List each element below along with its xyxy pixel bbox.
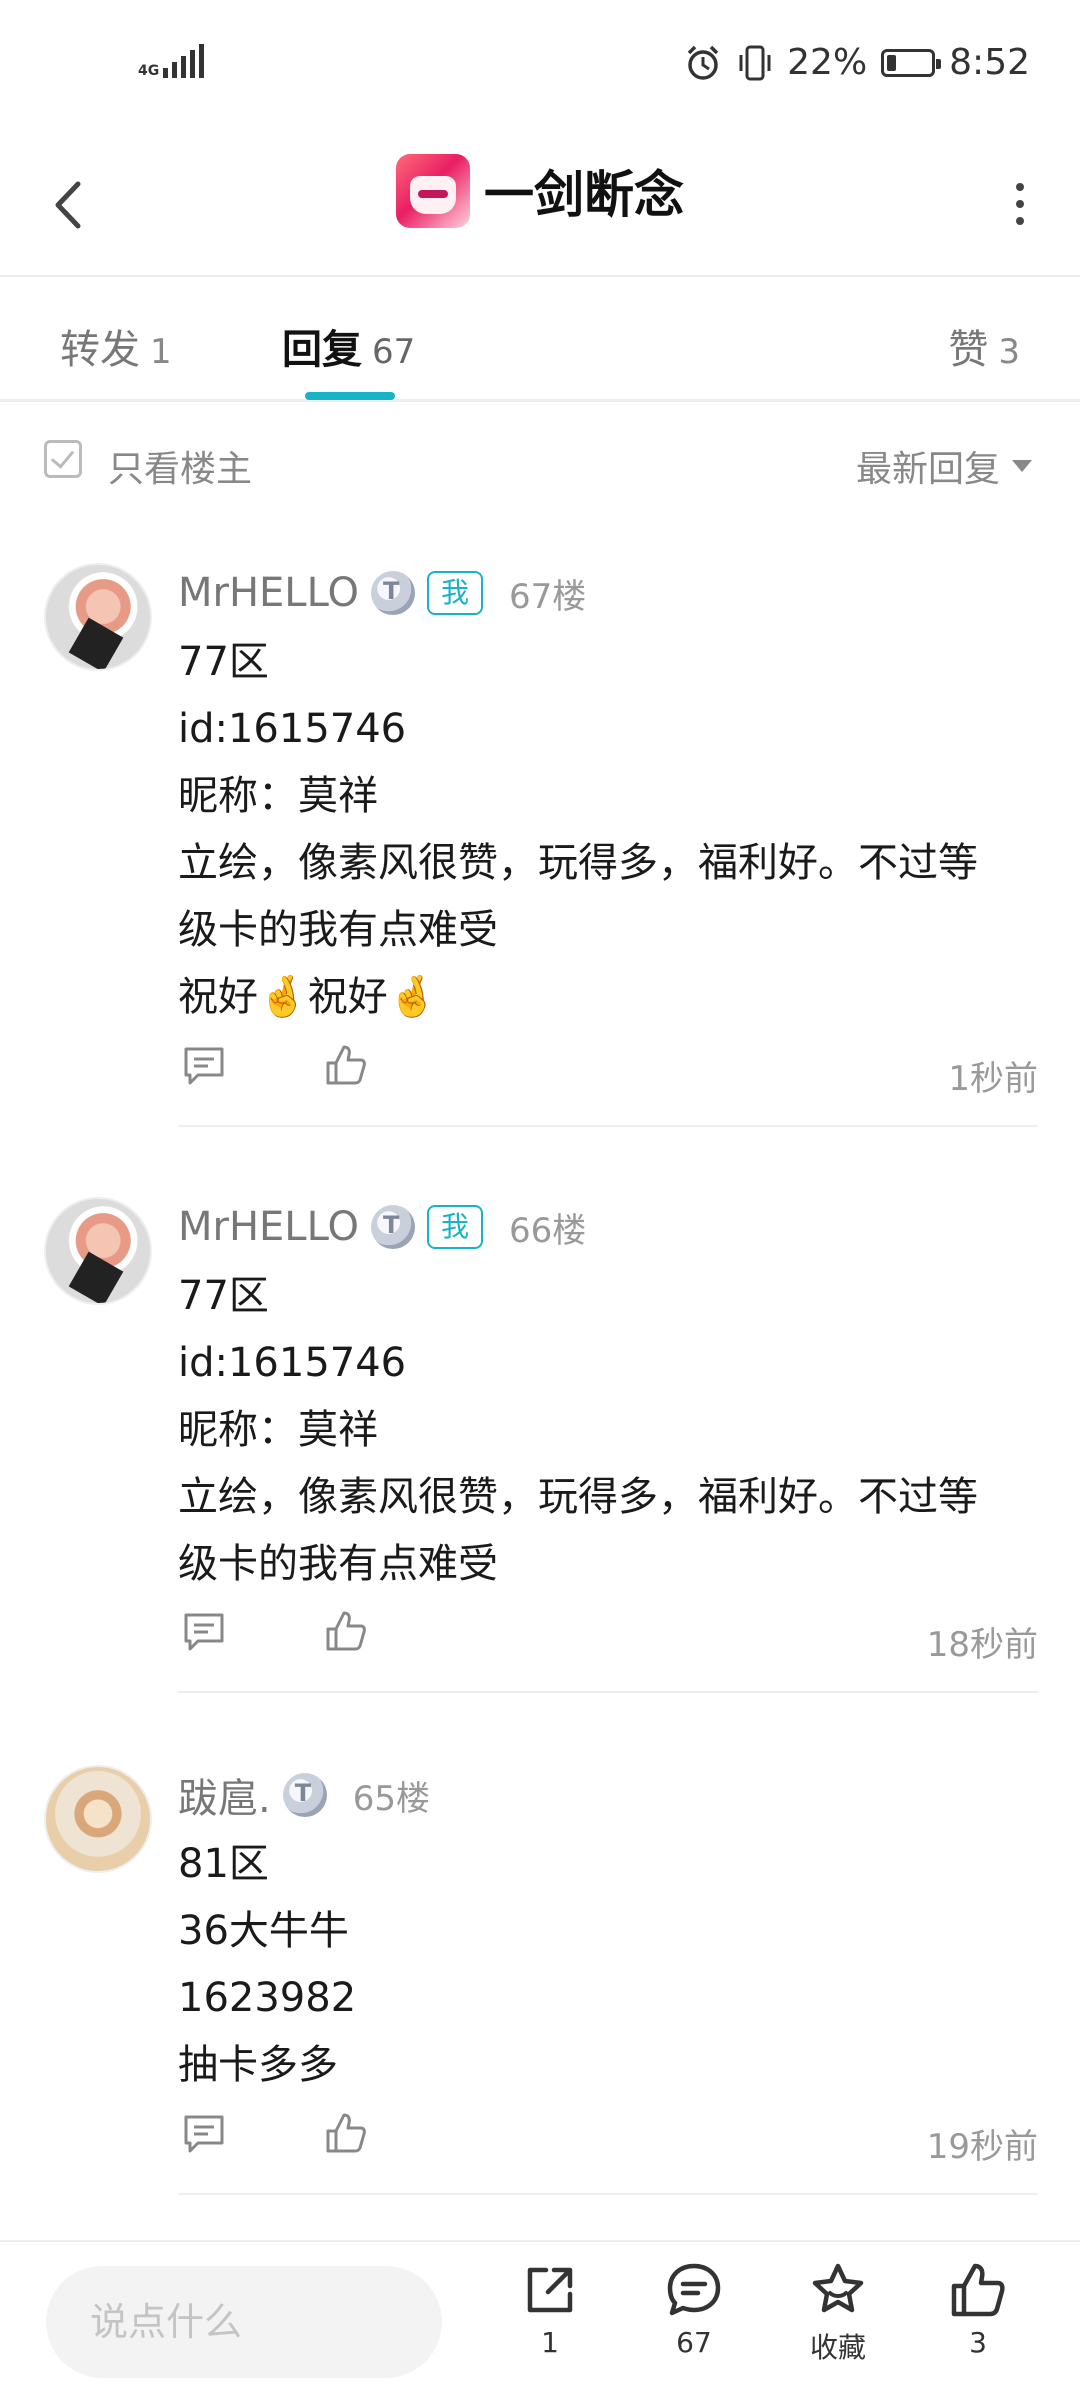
share-icon — [527, 2267, 573, 2313]
reply-content[interactable]: 81区 36大牛牛 1623982 抽卡多多 — [178, 1831, 1038, 2099]
tab-repost[interactable]: 转发 1 — [60, 317, 172, 375]
comment-icon[interactable] — [182, 2111, 226, 2155]
reply-content[interactable]: 77区 id:1615746 昵称：莫祥 立绘，像素风很赞，玩得多，福利好。不过… — [178, 1263, 1038, 1598]
content-line: 祝好🤞祝好🤞 — [178, 974, 438, 1020]
star-icon — [812, 2263, 864, 2313]
comment-input[interactable]: 说点什么 — [46, 2266, 442, 2378]
bottom-action-bar: 说点什么 1 67 收藏 3 — [0, 2240, 1080, 2402]
avatar[interactable] — [44, 1197, 152, 1305]
sort-dropdown[interactable]: 最新回复 — [856, 440, 1032, 492]
username[interactable]: MrHELLO — [178, 1204, 359, 1250]
content-line: 36大牛牛 — [178, 1908, 349, 1954]
game-app-icon — [396, 154, 470, 228]
tab-bar: 转发 1 回复 67 赞3 — [0, 277, 1080, 402]
avatar[interactable] — [44, 1765, 152, 1873]
comment-count: 67 — [676, 2326, 712, 2359]
alarm-icon — [687, 45, 719, 80]
me-badge: 我 — [426, 571, 483, 615]
caret-down-icon — [1012, 460, 1032, 472]
username[interactable]: MrHELLO — [178, 570, 359, 616]
comment-icon[interactable] — [182, 1043, 226, 1087]
floor-number: 67楼 — [508, 576, 587, 617]
active-tab-indicator — [305, 392, 395, 400]
content-line: 昵称：莫祥 — [178, 773, 378, 819]
dot-icon — [1016, 200, 1024, 208]
only-op-label[interactable]: 只看楼主 — [108, 440, 252, 492]
divider — [178, 1125, 1038, 1127]
dot-icon — [1016, 183, 1024, 191]
username[interactable]: 跋扈. — [178, 1766, 271, 1824]
favorite-label: 收藏 — [809, 2331, 866, 2364]
thumbs-up-icon[interactable] — [324, 2111, 368, 2155]
content-line: 抽卡多多 — [178, 2042, 338, 2088]
battery-icon — [881, 48, 942, 77]
floor-number: 65楼 — [352, 1778, 430, 1819]
reply-time: 19秒前 — [926, 2127, 1038, 2167]
divider — [178, 1691, 1038, 1693]
content-line: 81区 — [178, 1841, 269, 1887]
reply-actions: 19秒前 — [178, 2111, 1038, 2171]
content-line: 昵称：莫祥 — [178, 1407, 378, 1453]
battery-percent: 22% — [787, 42, 868, 83]
like-button[interactable]: 3 — [928, 2260, 1028, 2359]
more-options-button[interactable] — [1000, 174, 1040, 234]
favorite-button[interactable]: 收藏 — [788, 2260, 888, 2366]
content-line: id:1615746 — [178, 1340, 407, 1386]
content-line: 77区 — [178, 639, 269, 685]
thumbs-up-icon[interactable] — [324, 1609, 368, 1653]
content-line: 立绘，像素风很赞，玩得多，福利好。不过等 — [178, 840, 978, 886]
page-title: 一剑断念 — [484, 166, 684, 224]
share-button[interactable]: 1 — [500, 2260, 600, 2359]
top-app-bar: 一剑断念 — [0, 130, 1080, 277]
title-area[interactable]: 一剑断念 — [0, 154, 1080, 228]
signal-indicator: 4G — [138, 44, 205, 79]
tab-replies[interactable]: 回复 67 — [282, 317, 415, 375]
tab-likes[interactable]: 赞3 — [948, 317, 1020, 375]
reply-time: 18秒前 — [926, 1625, 1038, 1665]
reply-actions: 18秒前 — [178, 1609, 1038, 1669]
level-medal-icon — [282, 1773, 327, 1817]
content-line: 级卡的我有点难受 — [178, 1541, 498, 1587]
status-bar: 4G 22% 8:52 — [0, 0, 1080, 130]
floor-number: 66楼 — [508, 1210, 587, 1251]
sort-label: 最新回复 — [855, 449, 1000, 490]
level-medal-icon — [370, 1205, 415, 1249]
dot-icon — [1016, 217, 1024, 225]
content-line: 级卡的我有点难受 — [178, 907, 498, 953]
content-line: 立绘，像素风很赞，玩得多，福利好。不过等 — [178, 1474, 978, 1520]
signal-bars-icon — [163, 44, 205, 78]
reply-actions: 1秒前 — [178, 1043, 1038, 1103]
content-line: 1623982 — [178, 1975, 357, 2021]
me-badge: 我 — [426, 1205, 483, 1249]
filter-row: 只看楼主 最新回复 — [0, 400, 1080, 520]
thumbs-up-icon — [951, 2263, 1005, 2317]
reply-content[interactable]: 77区 id:1615746 昵称：莫祥 立绘，像素风很赞，玩得多，福利好。不过… — [178, 629, 1038, 1031]
vibrate-icon — [739, 45, 771, 80]
content-line: 77区 — [178, 1273, 269, 1319]
clock: 8:52 — [949, 42, 1030, 83]
network-type: 4G — [138, 63, 160, 79]
share-count: 1 — [541, 2326, 559, 2359]
level-medal-icon — [370, 571, 415, 615]
thumbs-up-icon[interactable] — [324, 1043, 368, 1087]
comment-icon[interactable] — [182, 1609, 226, 1653]
comments-button[interactable]: 67 — [644, 2260, 744, 2359]
like-count: 3 — [969, 2326, 987, 2359]
content-line: id:1615746 — [178, 706, 407, 752]
only-op-checkbox[interactable] — [44, 440, 82, 478]
reply-time: 1秒前 — [948, 1059, 1038, 1099]
avatar[interactable] — [44, 563, 152, 671]
comment-bubble-icon — [667, 2263, 721, 2316]
divider — [178, 2193, 1038, 2195]
